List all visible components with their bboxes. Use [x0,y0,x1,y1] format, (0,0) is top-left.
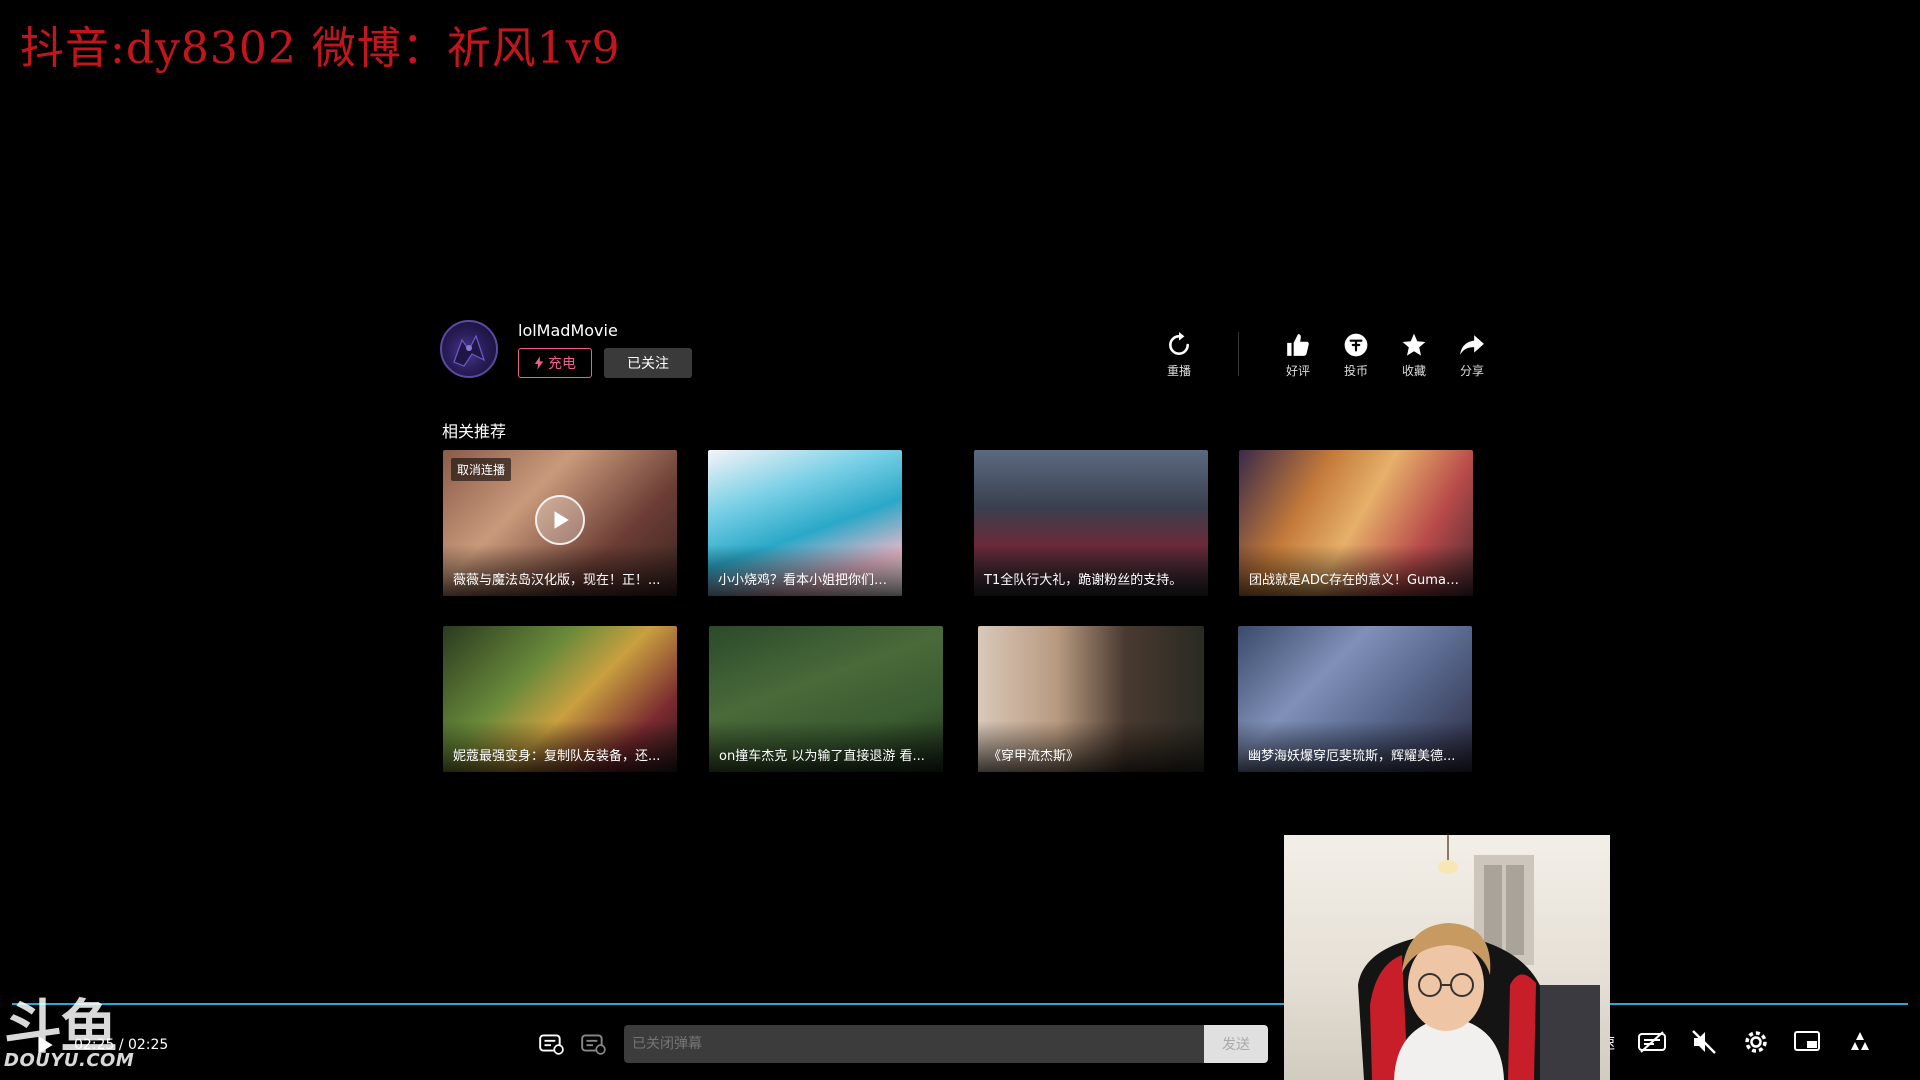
progress-bar[interactable] [12,1003,1908,1005]
charge-button[interactable]: 充电 [518,348,592,378]
recommend-card[interactable]: 团战就是ADC存在的意义！Gumay... [1239,450,1473,596]
followed-button[interactable]: 已关注 [604,348,692,378]
time-current: 02:25 [74,1037,115,1053]
lightning-icon [534,356,544,370]
play-pause-icon[interactable] [34,1034,56,1056]
settings-gear-icon[interactable] [1741,1028,1771,1056]
share-arrow-icon [1460,335,1484,355]
fullscreen-icon[interactable] [1845,1028,1875,1056]
danmaku-settings-icon[interactable] [580,1030,606,1056]
like-label: 好评 [1285,364,1310,378]
webcam-feed-image [1358,835,1600,1080]
share-button[interactable]: 分享 [1443,332,1501,379]
danmaku-toggle-icon[interactable] [538,1030,564,1056]
recommend-card[interactable]: 《穿甲流杰斯》 [978,626,1204,772]
cancel-autoplay-badge[interactable]: 取消连播 [451,458,512,481]
streamer-watermark: 抖音:dy8302 微博：祈风1v9 [20,23,621,74]
recommend-card-title: 团战就是ADC存在的意义！Gumay... [1239,545,1473,596]
recommend-grid: 取消连播 薇薇与魔法岛汉化版，现在！正！... 小小烧鸡？看本小姐把你们剪得一.… [443,450,1473,772]
video-action-bar: 重播 好评 投币 收藏 分享 [1150,332,1501,379]
play-icon[interactable] [535,495,585,545]
recommend-card[interactable]: 小小烧鸡？看本小姐把你们剪得一... [708,450,902,596]
recommend-card[interactable]: 幽梦海妖爆穿厄斐琉斯，辉耀美德... [1238,626,1472,772]
danmaku-off-icon[interactable] [1637,1028,1667,1056]
charge-button-label: 充电 [548,356,576,372]
recommend-card[interactable]: on撞车杰克 以为输了直接退游 看... [709,626,943,772]
replay-button[interactable]: 重播 [1150,332,1208,379]
recommend-card-title: 薇薇与魔法岛汉化版，现在！正！... [443,545,677,596]
player-right-controls: 速 [1600,1028,1875,1056]
mute-icon[interactable] [1689,1028,1719,1056]
recommend-card-title: T1全队行大礼，跪谢粉丝的支持。 [974,545,1208,596]
danmaku-send-button[interactable]: 发送 [1204,1025,1268,1063]
danmaku-input[interactable] [624,1025,1204,1063]
recommend-title: 相关推荐 [442,422,507,441]
time-total: 02:25 [127,1037,169,1053]
uploader-avatar[interactable] [440,320,498,378]
recommend-card-title: 妮蔻最强变身：复制队友装备，还... [443,721,677,772]
recommend-card[interactable]: T1全队行大礼，跪谢粉丝的支持。 [974,450,1208,596]
time-display: 02:25 / 02:25 [74,1037,168,1053]
dragon-avatar-icon [453,334,486,367]
coin-label: 投币 [1343,364,1368,378]
recommend-card[interactable]: 取消连播 薇薇与魔法岛汉化版，现在！正！... [443,450,677,596]
streamer-webcam-overlay [1284,835,1610,1080]
coin-icon [1344,333,1368,357]
favorite-label: 收藏 [1401,364,1426,378]
star-icon [1402,333,1426,356]
action-divider [1238,332,1239,376]
favorite-button[interactable]: 收藏 [1385,332,1443,379]
recommend-card-title: 《穿甲流杰斯》 [978,721,1204,772]
uploader-name[interactable]: lolMadMovie [518,321,618,340]
recommend-card-title: 幽梦海妖爆穿厄斐琉斯，辉耀美德... [1238,721,1472,772]
replay-icon [1169,332,1189,355]
player-left-controls: 02:25 / 02:25 [34,1034,168,1056]
recommend-card-title: on撞车杰克 以为输了直接退游 看... [709,721,943,772]
recommend-card-title: 小小烧鸡？看本小姐把你们剪得一... [708,545,902,596]
danmaku-toggle-group [538,1030,606,1056]
coin-button[interactable]: 投币 [1327,332,1385,379]
thumbs-up-icon [1287,334,1309,356]
share-label: 分享 [1459,364,1484,378]
replay-label: 重播 [1166,364,1191,378]
like-button[interactable]: 好评 [1269,332,1327,379]
picture-in-picture-icon[interactable] [1793,1028,1823,1056]
time-separator: / [118,1037,124,1053]
recommend-card[interactable]: 妮蔻最强变身：复制队友装备，还... [443,626,677,772]
